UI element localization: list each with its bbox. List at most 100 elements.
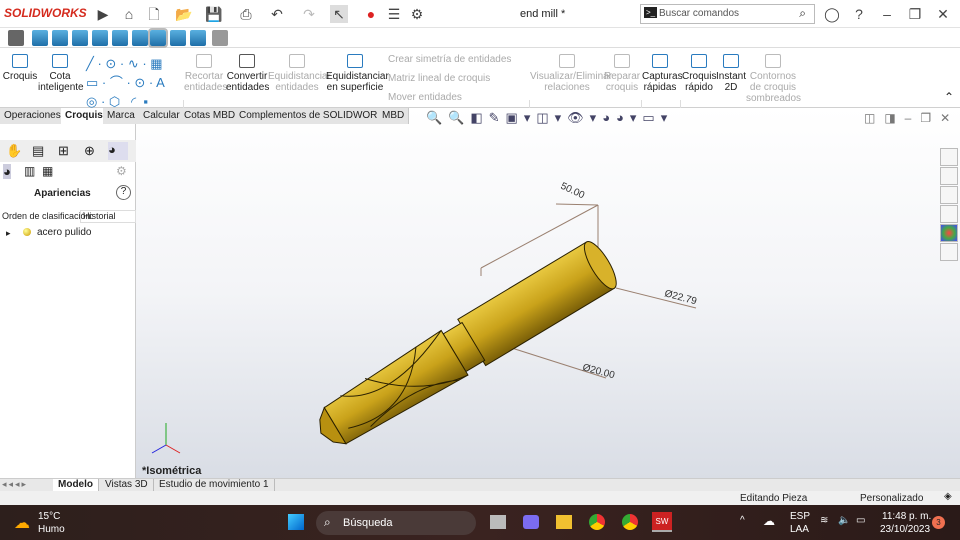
- rebuild-icon[interactable]: ●: [362, 5, 380, 23]
- settings-icon[interactable]: ⚙: [116, 164, 127, 178]
- tab-marca[interactable]: Marca: [103, 108, 140, 124]
- tab-calcular[interactable]: Calcular: [139, 108, 185, 124]
- lang-1[interactable]: ESP: [790, 511, 810, 522]
- button-label: Contornos de croquis sombreados: [746, 71, 802, 104]
- display-delete-relations-button[interactable]: Visualizar/Eliminar relaciones: [530, 54, 612, 93]
- appearance-item[interactable]: acero pulido: [37, 227, 91, 238]
- tab-operaciones[interactable]: Operaciones: [0, 108, 66, 124]
- view-bottom-icon[interactable]: [132, 30, 148, 46]
- title-bar: SOLIDWORKS ▶ ⌂ 🗋 📂 💾 ⎙ ↶ ↷ ↖ ● ☰ ⚙ end m…: [0, 0, 960, 28]
- feature-manager-icon[interactable]: ✋: [6, 143, 22, 159]
- appearances-icon[interactable]: ◕: [3, 164, 11, 179]
- tab-scroll-arrows[interactable]: ◂◂◂▸: [2, 479, 28, 490]
- units-select[interactable]: Personalizado: [860, 493, 923, 504]
- options-gear-icon[interactable]: ⚙: [408, 5, 426, 23]
- trim-entities-button[interactable]: Recortar entidades: [184, 54, 227, 93]
- view-dimetric-icon[interactable]: [190, 30, 206, 46]
- convert-entities-button[interactable]: Convertir entidades: [226, 54, 269, 93]
- collapse-ribbon-icon[interactable]: ⌃: [944, 90, 954, 104]
- new-file-icon[interactable]: 🗋: [145, 5, 163, 23]
- configuration-manager-icon[interactable]: ⊞: [58, 143, 69, 159]
- weather-icon[interactable]: ☁: [14, 513, 30, 533]
- graphics-area[interactable]: 🔍🔍◧✎▣▾◫▾👁▾◕◕▾▭▾ ◫◨–❐✕ 50.00 Ø22.79 Ø20.0…: [136, 108, 960, 478]
- linear-pattern-button[interactable]: Matriz lineal de croquis: [388, 73, 490, 84]
- dimension-length[interactable]: 50.00: [559, 181, 587, 202]
- view-right-icon[interactable]: [92, 30, 108, 46]
- minimize-icon[interactable]: –: [878, 5, 896, 23]
- wifi-icon[interactable]: ≋: [820, 515, 828, 526]
- clock-date[interactable]: 23/10/2023: [880, 524, 930, 535]
- file-explorer-icon[interactable]: [556, 515, 572, 529]
- tab-croquis[interactable]: Croquis: [61, 108, 108, 124]
- tray-overflow-icon[interactable]: ^: [740, 515, 745, 526]
- chrome-icon[interactable]: [589, 514, 605, 530]
- dimxpert-icon[interactable]: ⊕: [84, 143, 95, 159]
- clock-time[interactable]: 11:48 p. m.: [882, 511, 931, 522]
- quick-snaps-button[interactable]: Capturas rápidas: [642, 54, 683, 93]
- select-icon[interactable]: ↖: [330, 5, 348, 23]
- lang-2[interactable]: LAA: [790, 524, 809, 535]
- search-icon[interactable]: ⌕: [799, 6, 806, 21]
- help-icon[interactable]: ?: [116, 185, 131, 200]
- normal-to-icon[interactable]: [212, 30, 228, 46]
- tab-cotas-mbd[interactable]: Cotas MBD: [180, 108, 241, 124]
- file-properties-icon[interactable]: ☰: [385, 5, 403, 23]
- onedrive-icon[interactable]: ☁: [763, 514, 775, 528]
- repair-sketch-button[interactable]: Reparar croquis: [604, 54, 640, 93]
- shaded-sketch-contours-button[interactable]: Contornos de croquis sombreados: [746, 54, 802, 104]
- view-isometric-icon[interactable]: [148, 28, 168, 48]
- view-left-icon[interactable]: [72, 30, 88, 46]
- customize-icon[interactable]: ◈: [944, 491, 952, 502]
- mirror-entities-button[interactable]: Crear simetría de entidades: [388, 54, 511, 65]
- search-commands-input[interactable]: >_ Buscar comandos ⌕: [640, 4, 815, 24]
- dimension-cut-diameter[interactable]: Ø20.00: [581, 362, 616, 381]
- smart-dimension-button[interactable]: Cota inteligente: [38, 54, 84, 93]
- scenes-icon[interactable]: ▦: [42, 164, 53, 178]
- print-icon[interactable]: ⎙: [237, 5, 255, 23]
- menu-arrow-icon[interactable]: ▶: [94, 5, 112, 23]
- user-icon[interactable]: ◯: [823, 5, 841, 23]
- close-icon[interactable]: ✕: [934, 5, 952, 23]
- offset-on-surface-button[interactable]: Equidistanciar en superficie: [326, 54, 389, 93]
- offset-entities-button[interactable]: Equidistanciar entidades: [268, 54, 331, 93]
- redo-icon[interactable]: ↷: [300, 5, 318, 23]
- search-placeholder: Buscar comandos: [659, 8, 740, 19]
- end-mill-part[interactable]: [307, 237, 622, 456]
- sketch-entities-palette[interactable]: ╱ · ⊙ · ∿ · ▦ ▭ · ⌒ · ⊙ · A ◎ · ⬡ ◜ ▪: [86, 54, 181, 109]
- instant-2d-button[interactable]: Instant 2D: [716, 54, 746, 93]
- move-entities-button[interactable]: Mover entidades: [388, 92, 462, 103]
- view-trimetric-icon[interactable]: [170, 30, 186, 46]
- property-manager-icon[interactable]: ▤: [32, 143, 44, 159]
- command-manager: Croquis Cota inteligente ╱ · ⊙ · ∿ · ▦ ▭ …: [0, 48, 960, 152]
- help-icon[interactable]: ?: [850, 5, 868, 23]
- windows-start-icon[interactable]: [288, 514, 304, 530]
- sort-select[interactable]: Historial: [80, 210, 136, 223]
- undo-icon[interactable]: ↶: [268, 5, 286, 23]
- rapid-sketch-button[interactable]: Croquis rápido: [682, 54, 716, 93]
- task-view-icon[interactable]: [490, 515, 506, 529]
- solidworks-taskbar-icon[interactable]: SW: [652, 512, 672, 532]
- view-back-icon[interactable]: [52, 30, 68, 46]
- notification-badge[interactable]: 3: [932, 516, 945, 529]
- decals-icon[interactable]: ▥: [24, 164, 35, 178]
- sketch-button[interactable]: Croquis: [2, 54, 38, 82]
- restore-icon[interactable]: ❐: [906, 5, 924, 23]
- view-front-icon[interactable]: [32, 30, 48, 46]
- tab-complementos[interactable]: Complementos de SOLIDWORKS: [235, 108, 396, 124]
- tab-mbd[interactable]: MBD: [378, 108, 410, 124]
- volume-icon[interactable]: 🔈: [838, 515, 850, 526]
- shaded-contours-icon: [765, 54, 781, 68]
- open-icon[interactable]: 📂: [175, 5, 193, 23]
- panel-tabs: ✋ ▤ ⊞ ⊕ ◕: [0, 140, 136, 162]
- expand-icon[interactable]: ▸: [6, 228, 11, 239]
- orientation-icon[interactable]: [8, 30, 24, 46]
- home-icon[interactable]: ⌂: [120, 5, 138, 23]
- chrome-profile-icon[interactable]: [622, 514, 638, 530]
- view-top-icon[interactable]: [112, 30, 128, 46]
- rapid-sketch-icon: [691, 54, 707, 68]
- save-icon[interactable]: 💾: [205, 5, 223, 23]
- meet-icon[interactable]: [523, 515, 539, 529]
- display-manager-icon[interactable]: ◕: [108, 142, 128, 160]
- taskbar-search[interactable]: ⌕ Búsqueda: [316, 511, 476, 535]
- battery-icon[interactable]: ▭: [856, 515, 865, 526]
